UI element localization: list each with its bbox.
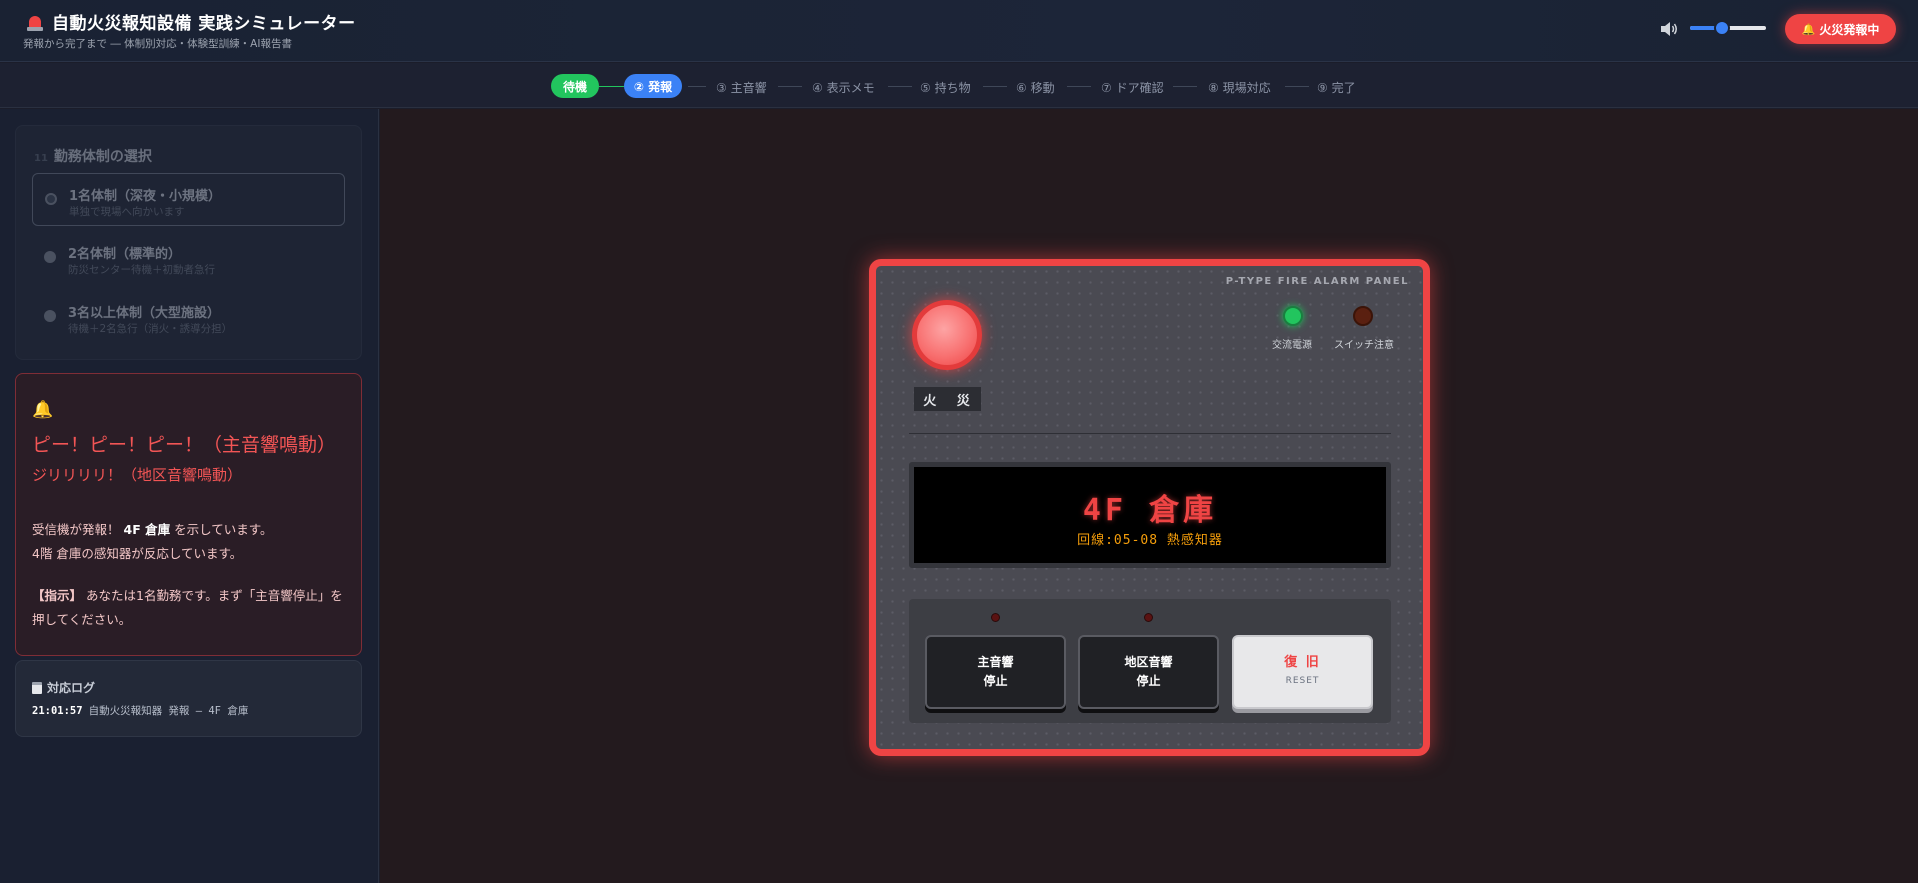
reset-button[interactable]: 復 旧 RESET bbox=[1232, 635, 1373, 709]
shift-option-2[interactable]: 2名体制（標準的） 防災センター待機＋初動者急行 bbox=[32, 232, 345, 285]
step-onsite: ⑧ 現場対応 bbox=[1208, 81, 1271, 95]
radio-button[interactable] bbox=[45, 193, 57, 205]
shift-option-desc: 単独で現場へ向かいます bbox=[69, 206, 185, 218]
panel-model-label: P-TYPE FIRE ALARM PANEL bbox=[1225, 276, 1409, 287]
step-move: ⑥ 移動 bbox=[1016, 81, 1055, 95]
main-stage: P-TYPE FIRE ALARM PANEL 火 災 交流電源 スイッチ注意 … bbox=[380, 109, 1918, 883]
fire-alert-label: 火災発報中 bbox=[1819, 22, 1880, 37]
shift-option-3[interactable]: 3名以上体制（大型施設） 待機＋2名急行（消火・誘導分担） bbox=[32, 291, 345, 344]
switch-caution-led bbox=[1353, 306, 1373, 326]
step-connector bbox=[983, 86, 1007, 87]
log-title-text: 対応ログ bbox=[47, 681, 96, 695]
app-title-text: 自動火災報知設備 実践シミュレーター bbox=[52, 14, 356, 34]
left-sidebar: 11 勤務体制の選択 1名体制（深夜・小規模） 単独で現場へ向かいます 2名体制（… bbox=[0, 109, 379, 883]
display-circuit: 回線:05-08 熱感知器 bbox=[1077, 533, 1223, 548]
bell-icon: 🔔 bbox=[1801, 22, 1816, 36]
area-sound-stop-button[interactable]: 地区音響 停止 bbox=[1078, 635, 1219, 709]
shift-selection-card: 11 勤務体制の選択 1名体制（深夜・小規模） 単独で現場へ向かいます 2名体制（… bbox=[15, 125, 362, 360]
log-text: 自動火災報知器 発報 ― 4F 倉庫 bbox=[88, 705, 249, 717]
alarm-headline: 🔔 ピー！ピー！ピー！（主音響鳴動） bbox=[32, 392, 354, 463]
main-sound-led bbox=[991, 613, 1000, 622]
panel-divider bbox=[909, 433, 1391, 434]
log-title: 対応ログ bbox=[32, 679, 95, 696]
shift-card-title-text: 勤務体制の選択 bbox=[53, 149, 152, 165]
shift-card-number: 11 bbox=[34, 153, 48, 164]
volume-icon[interactable] bbox=[1659, 20, 1679, 38]
shift-option-desc: 待機＋2名急行（消火・誘導分担） bbox=[68, 323, 233, 335]
button-label: 地区音響 bbox=[1124, 655, 1173, 669]
reset-sublabel: RESET bbox=[1285, 676, 1320, 686]
log-entry: 21:01:57 自動火災報知器 発報 ― 4F 倉庫 bbox=[32, 703, 248, 718]
step-display-memo: ④ 表示メモ bbox=[812, 81, 875, 95]
button-label: 主音響 bbox=[977, 655, 1014, 669]
alarm-subline: ジリリリリ！（地区音響鳴動） bbox=[32, 466, 243, 484]
step-connector bbox=[778, 86, 802, 87]
bell-icon: 🔔 bbox=[32, 400, 54, 420]
display-location: 4F 倉庫 bbox=[1082, 493, 1218, 528]
shift-option-label: 1名体制（深夜・小規模） bbox=[69, 189, 222, 204]
fire-alarm-panel: P-TYPE FIRE ALARM PANEL 火 災 交流電源 スイッチ注意 … bbox=[869, 259, 1430, 756]
step-label: 待機 bbox=[562, 79, 587, 94]
siren-icon bbox=[26, 13, 44, 31]
alarm-description: 受信機が発報！ 4F 倉庫 を示しています。 4階 倉庫の感知器が反応しています… bbox=[32, 518, 354, 566]
alarm-location: 4F 倉庫 bbox=[123, 522, 171, 537]
radio-button[interactable] bbox=[44, 310, 56, 322]
panel-button-area: 主音響 停止 地区音響 停止 復 旧 RESET bbox=[909, 599, 1391, 723]
alarm-headline-text: ピー！ピー！ピー！（主音響鳴動） bbox=[32, 434, 337, 456]
shift-option-label: 2名体制（標準的） bbox=[68, 247, 182, 262]
alarm-body-text: 4階 倉庫の感知器が反応しています。 bbox=[32, 546, 243, 561]
step-connector bbox=[1173, 86, 1197, 87]
step-connector bbox=[1067, 86, 1091, 87]
step-complete: ⑨ 完了 bbox=[1317, 81, 1356, 95]
panel-display: 4F 倉庫 回線:05-08 熱感知器 bbox=[909, 462, 1391, 568]
button-label: 停止 bbox=[983, 674, 1008, 688]
alarm-body-text: を示しています。 bbox=[174, 522, 273, 537]
radio-button[interactable] bbox=[44, 251, 56, 263]
step-label: ② 発報 bbox=[633, 79, 673, 94]
button-label: 停止 bbox=[1136, 674, 1161, 688]
fire-indicator-lamp bbox=[912, 300, 982, 370]
step-connector bbox=[688, 86, 706, 87]
step-connector bbox=[599, 86, 624, 87]
clipboard-icon bbox=[32, 681, 42, 694]
log-time: 21:01:57 bbox=[32, 705, 83, 717]
step-door-check: ⑦ ドア確認 bbox=[1101, 81, 1164, 95]
alarm-instruction: 【指示】 あなたは1名勤務です。まず「主音響停止」を押してください。 bbox=[32, 584, 354, 632]
step-main-sound: ③ 主音響 bbox=[716, 81, 767, 95]
step-belongings: ⑤ 持ち物 bbox=[920, 81, 971, 95]
step-standby: 待機 bbox=[551, 74, 599, 98]
area-sound-led bbox=[1144, 613, 1153, 622]
power-led-label: 交流電源 bbox=[1272, 340, 1312, 351]
reset-label: 復 旧 bbox=[1284, 655, 1321, 670]
fire-alert-badge: 🔔 火災発報中 bbox=[1785, 14, 1896, 44]
app-title: 自動火災報知設備 実践シミュレーター bbox=[26, 9, 356, 34]
step-connector bbox=[888, 86, 912, 87]
step-connector bbox=[1285, 86, 1309, 87]
volume-slider-thumb[interactable] bbox=[1713, 20, 1730, 36]
alarm-message-card: 🔔 ピー！ピー！ピー！（主音響鳴動） ジリリリリ！（地区音響鳴動） 受信機が発報… bbox=[15, 373, 362, 656]
instruction-label: 【指示】 bbox=[32, 588, 83, 603]
shift-card-title: 11 勤務体制の選択 bbox=[34, 146, 152, 166]
power-led bbox=[1283, 306, 1303, 326]
shift-option-label: 3名以上体制（大型施設） bbox=[68, 306, 221, 321]
volume-slider[interactable] bbox=[1690, 20, 1766, 36]
app-subtitle: 発報から完了まで ― 体制別対応・体験型訓練・AI報告書 bbox=[23, 38, 292, 50]
fire-label: 火 災 bbox=[914, 387, 981, 411]
main-sound-stop-button[interactable]: 主音響 停止 bbox=[925, 635, 1066, 709]
alarm-body-text: 受信機が発報！ bbox=[32, 522, 120, 537]
shift-option-desc: 防災センター待機＋初動者急行 bbox=[68, 264, 215, 276]
step-alarm: ② 発報 bbox=[624, 74, 682, 98]
switch-caution-label: スイッチ注意 bbox=[1334, 340, 1394, 351]
response-log-card: 対応ログ 21:01:57 自動火災報知器 発報 ― 4F 倉庫 bbox=[15, 660, 362, 737]
shift-option-1[interactable]: 1名体制（深夜・小規模） 単独で現場へ向かいます bbox=[32, 173, 345, 226]
progress-steps: 待機 ② 発報 ③ 主音響 ④ 表示メモ ⑤ 持ち物 ⑥ 移動 ⑦ ドア確認 ⑧… bbox=[0, 63, 1918, 108]
app-header: 自動火災報知設備 実践シミュレーター 発報から完了まで ― 体制別対応・体験型訓… bbox=[0, 0, 1918, 62]
